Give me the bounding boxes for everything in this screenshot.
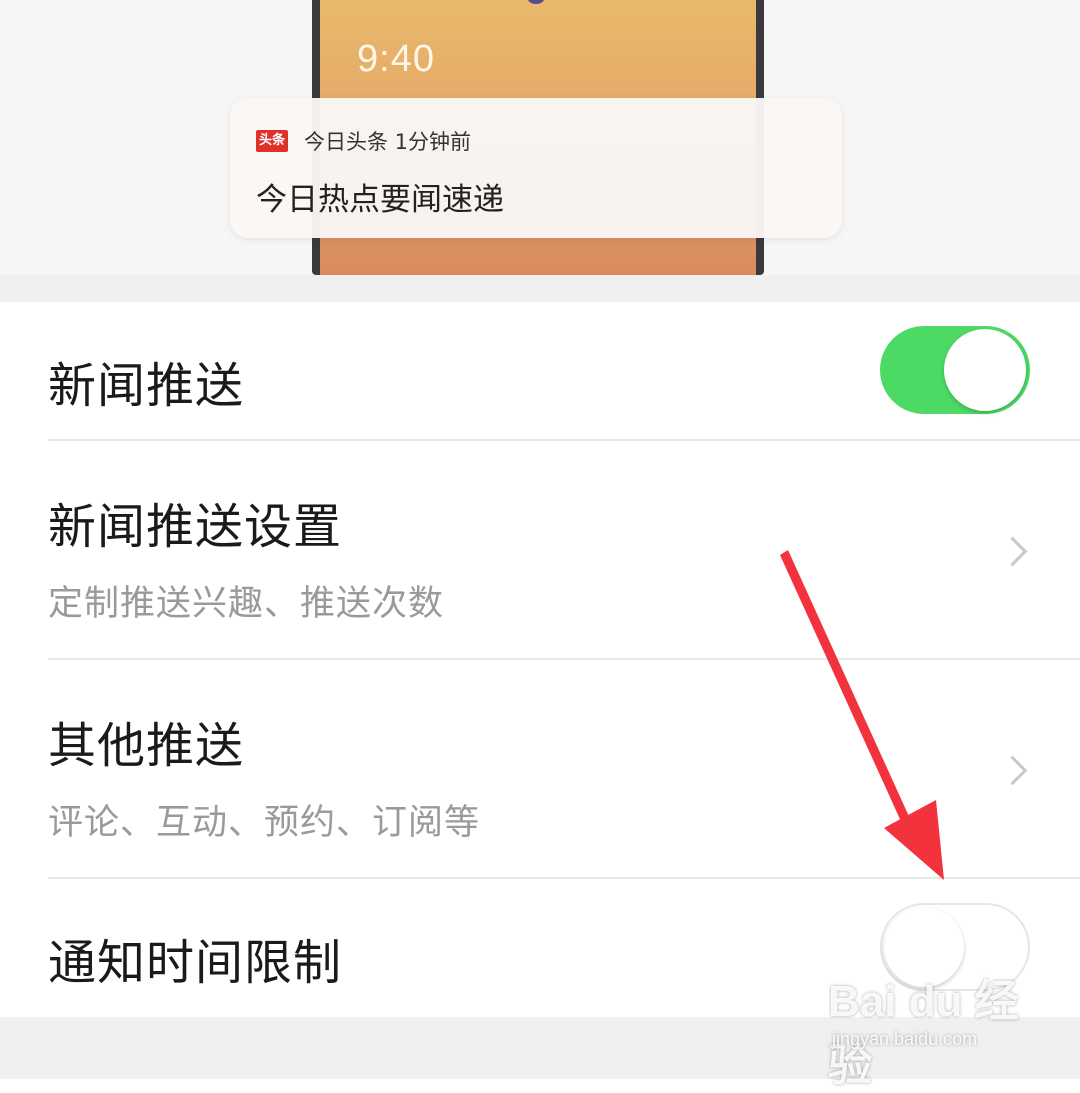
chevron-right-icon [997,755,1028,786]
row-title: 新闻推送设置 [48,499,343,555]
lockscreen-time: 9:40 [357,38,435,80]
notification-message: 今日热点要闻速递 [256,182,504,218]
watermark-url: jingyan.baidu.com [832,1029,978,1049]
news-push-toggle[interactable] [880,326,1030,414]
row-subtitle: 定制推送兴趣、推送次数 [48,584,445,624]
row-title: 新闻推送 [48,358,245,414]
baidu-watermark: Bai du 经验 jingyan.baidu.com [828,965,1028,1090]
notification-app-meta: 今日头条 1分钟前 [304,130,472,154]
row-news-push-settings[interactable]: 新闻推送设置 定制推送兴趣、推送次数 [0,441,1080,659]
section-gap [0,275,1080,302]
notification-preview: 9:40 头条 今日头条 1分钟前 今日热点要闻速递 [0,0,1080,275]
app-logo-icon: 头条 [256,130,288,152]
toggle-knob [944,329,1026,411]
row-news-push[interactable]: 新闻推送 [0,302,1080,440]
row-other-push[interactable]: 其他推送 评论、互动、预约、订阅等 [0,660,1080,878]
row-title: 通知时间限制 [48,935,343,991]
row-subtitle: 评论、互动、预约、订阅等 [48,803,481,843]
row-title: 其他推送 [48,718,245,774]
notification-card: 头条 今日头条 1分钟前 今日热点要闻速递 [230,98,842,238]
chevron-right-icon [997,536,1028,567]
